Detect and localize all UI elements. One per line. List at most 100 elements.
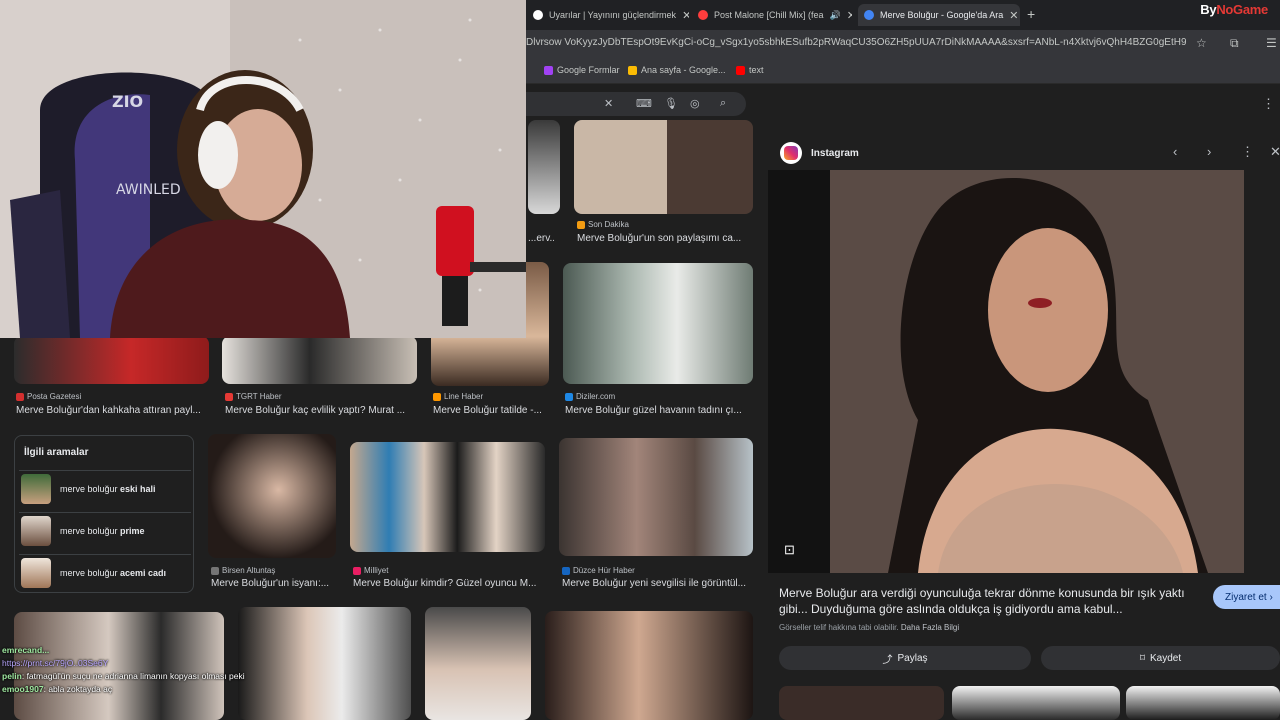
bookmark-label: text — [749, 65, 764, 75]
source-favicon — [577, 220, 585, 229]
bookmark-drive[interactable]: Ana sayfa - Google... — [628, 65, 726, 75]
related-text: merve boluğur eski hali — [60, 484, 156, 494]
bookmark-label: Ana sayfa - Google... — [641, 65, 726, 75]
result-caption[interactable]: Merve Boluğur'dan kahkaha attıran payl..… — [16, 405, 206, 416]
related-prefix: merve boluğur — [60, 567, 121, 578]
more-vert-icon[interactable]: ⋮ — [1241, 144, 1254, 160]
streamer-webcam: ZIO AWINLED — [0, 0, 526, 338]
result-image[interactable] — [425, 607, 531, 720]
watermark-brand: NoGame — [1216, 2, 1268, 17]
close-icon[interactable]: ✕ — [847, 9, 852, 22]
related-item[interactable]: merve boluğur acemi cadı — [19, 554, 191, 590]
source-favicon — [211, 566, 219, 575]
extensions-icon[interactable]: ⧉ — [1230, 36, 1239, 51]
related-title: İlgili aramalar — [24, 447, 89, 458]
result-image[interactable] — [238, 607, 411, 720]
source-favicon — [16, 392, 24, 401]
visit-button[interactable]: Ziyaret et › — [1213, 585, 1280, 609]
preview-title[interactable]: Merve Boluğur ara verdiği oyunculuğa tek… — [779, 585, 1189, 617]
share-button[interactable]: ⤴ Paylaş — [779, 646, 1031, 670]
clear-icon[interactable]: ✕ — [604, 97, 613, 110]
source-favicon — [433, 392, 441, 401]
keyboard-icon[interactable]: ⌨ — [636, 97, 652, 110]
bookmark-youtube[interactable]: text — [736, 65, 764, 75]
related-prefix: merve boluğur — [60, 483, 121, 494]
preview-source[interactable]: Instagram — [811, 148, 859, 159]
result-source: Milliyet — [353, 566, 388, 575]
bookmark-forms[interactable]: Google Formlar — [544, 65, 620, 75]
learn-more-link[interactable]: Daha Fazla Bilgi — [901, 623, 959, 632]
close-icon[interactable]: ✕ — [1009, 9, 1018, 22]
result-image[interactable] — [528, 120, 560, 214]
speaker-icon[interactable]: 🔊 — [830, 10, 841, 21]
menu-icon[interactable]: ☰ — [1266, 36, 1277, 50]
bookmark-label: Google Formlar — [557, 65, 620, 75]
result-caption[interactable]: Merve Boluğur'un son paylaşımı ca... — [577, 233, 747, 244]
tab-music[interactable]: Post Malone [Chill Mix] (fea 🔊 ✕ — [692, 4, 852, 26]
result-source: Birsen Altuntaş — [211, 566, 275, 575]
result-source: Düzce Hür Haber — [562, 566, 635, 575]
result-image[interactable] — [14, 336, 209, 384]
tab-alerts[interactable]: Uyarılar | Yayınını güçlendirmek ✕ — [527, 4, 689, 26]
result-caption[interactable]: Merve Boluğur tatilde -... — [433, 405, 549, 416]
url-field[interactable]: Dlvrsow VoKyyzJyDbTEspOt9EvKgCi-oCg_vSgx… — [526, 37, 1186, 48]
mic-icon[interactable]: 🎙 — [664, 97, 678, 110]
search-icon[interactable]: ⌕ — [720, 97, 726, 110]
save-label: Kaydet — [1150, 652, 1182, 664]
related-thumb — [21, 473, 51, 504]
instagram-icon — [780, 142, 802, 164]
related-image[interactable] — [1126, 686, 1280, 720]
result-source: Posta Gazetesi — [16, 392, 81, 401]
result-caption[interactable]: ...erv... — [528, 233, 554, 244]
chat-user: pelin — [2, 671, 22, 681]
forms-icon — [544, 65, 553, 75]
source-favicon — [353, 566, 361, 575]
visit-label: Ziyaret et — [1225, 591, 1267, 603]
result-image[interactable] — [350, 442, 545, 552]
chat-user: emoo1907 — [2, 684, 44, 694]
result-source: TGRT Haber — [225, 392, 282, 401]
result-image[interactable] — [574, 120, 753, 214]
chevron-right-icon[interactable]: › — [1207, 144, 1211, 159]
source-name: Diziler.com — [576, 392, 616, 401]
close-icon[interactable]: ✕ — [1270, 144, 1280, 160]
related-image[interactable] — [952, 686, 1120, 720]
watermark-prefix: By — [1200, 2, 1217, 17]
result-image[interactable] — [545, 611, 753, 720]
chevron-left-icon[interactable]: ‹ — [1173, 144, 1177, 159]
result-image[interactable] — [208, 434, 336, 558]
close-icon[interactable]: ✕ — [682, 9, 689, 22]
lens-icon[interactable]: ◎ — [690, 97, 700, 110]
result-caption[interactable]: Merve Boluğur kaç evlilik yaptı? Murat .… — [225, 405, 415, 416]
source-name: Düzce Hür Haber — [573, 566, 635, 575]
result-caption[interactable]: Merve Boluğur yeni sevgilisi ile görüntü… — [562, 578, 752, 589]
new-tab-button[interactable]: + — [1027, 6, 1035, 22]
result-source: Diziler.com — [565, 392, 615, 401]
related-searches: İlgili aramalar merve boluğur eski hali … — [14, 435, 194, 593]
related-item[interactable]: merve boluğur eski hali — [19, 470, 191, 506]
lens-search-icon[interactable]: ⊡ — [784, 542, 795, 558]
source-name: Son Dakika — [588, 220, 629, 229]
search-input[interactable]: ✕ ⌨ 🎙 ◎ ⌕ — [526, 92, 746, 116]
result-caption[interactable]: Merve Boluğur'un isyanı:... — [211, 578, 335, 589]
result-caption[interactable]: Merve Boluğur kimdir? Güzel oyuncu M... — [353, 578, 543, 589]
related-image[interactable] — [779, 686, 944, 720]
preview-photo — [768, 170, 1244, 573]
result-image[interactable] — [222, 336, 417, 384]
result-image[interactable] — [563, 263, 753, 384]
tab-title: Merve Boluğur - Google'da Ara — [880, 10, 1004, 20]
save-button[interactable]: ⌑ Kaydet — [1041, 646, 1280, 670]
star-icon[interactable]: ☆ — [1196, 36, 1207, 50]
preview-image[interactable] — [768, 170, 1244, 573]
tab-google-search[interactable]: Merve Boluğur - Google'da Ara ✕ — [858, 4, 1020, 26]
related-bold: acemi cadı — [120, 567, 167, 578]
result-image[interactable] — [559, 438, 753, 556]
tab-title: Post Malone [Chill Mix] (fea — [714, 10, 824, 20]
bookmark-icon: ⌑ — [1139, 652, 1145, 664]
tab-favicon — [864, 10, 874, 20]
related-bold: eski hali — [120, 483, 156, 494]
result-caption[interactable]: Merve Boluğur güzel havanın tadını çı... — [565, 405, 751, 416]
related-item[interactable]: merve boluğur prime — [19, 512, 191, 548]
chat-message: emoo1907: abla zoktayda aç — [2, 683, 245, 696]
apps-grid-icon[interactable]: ⋮⋮ — [1262, 96, 1280, 112]
